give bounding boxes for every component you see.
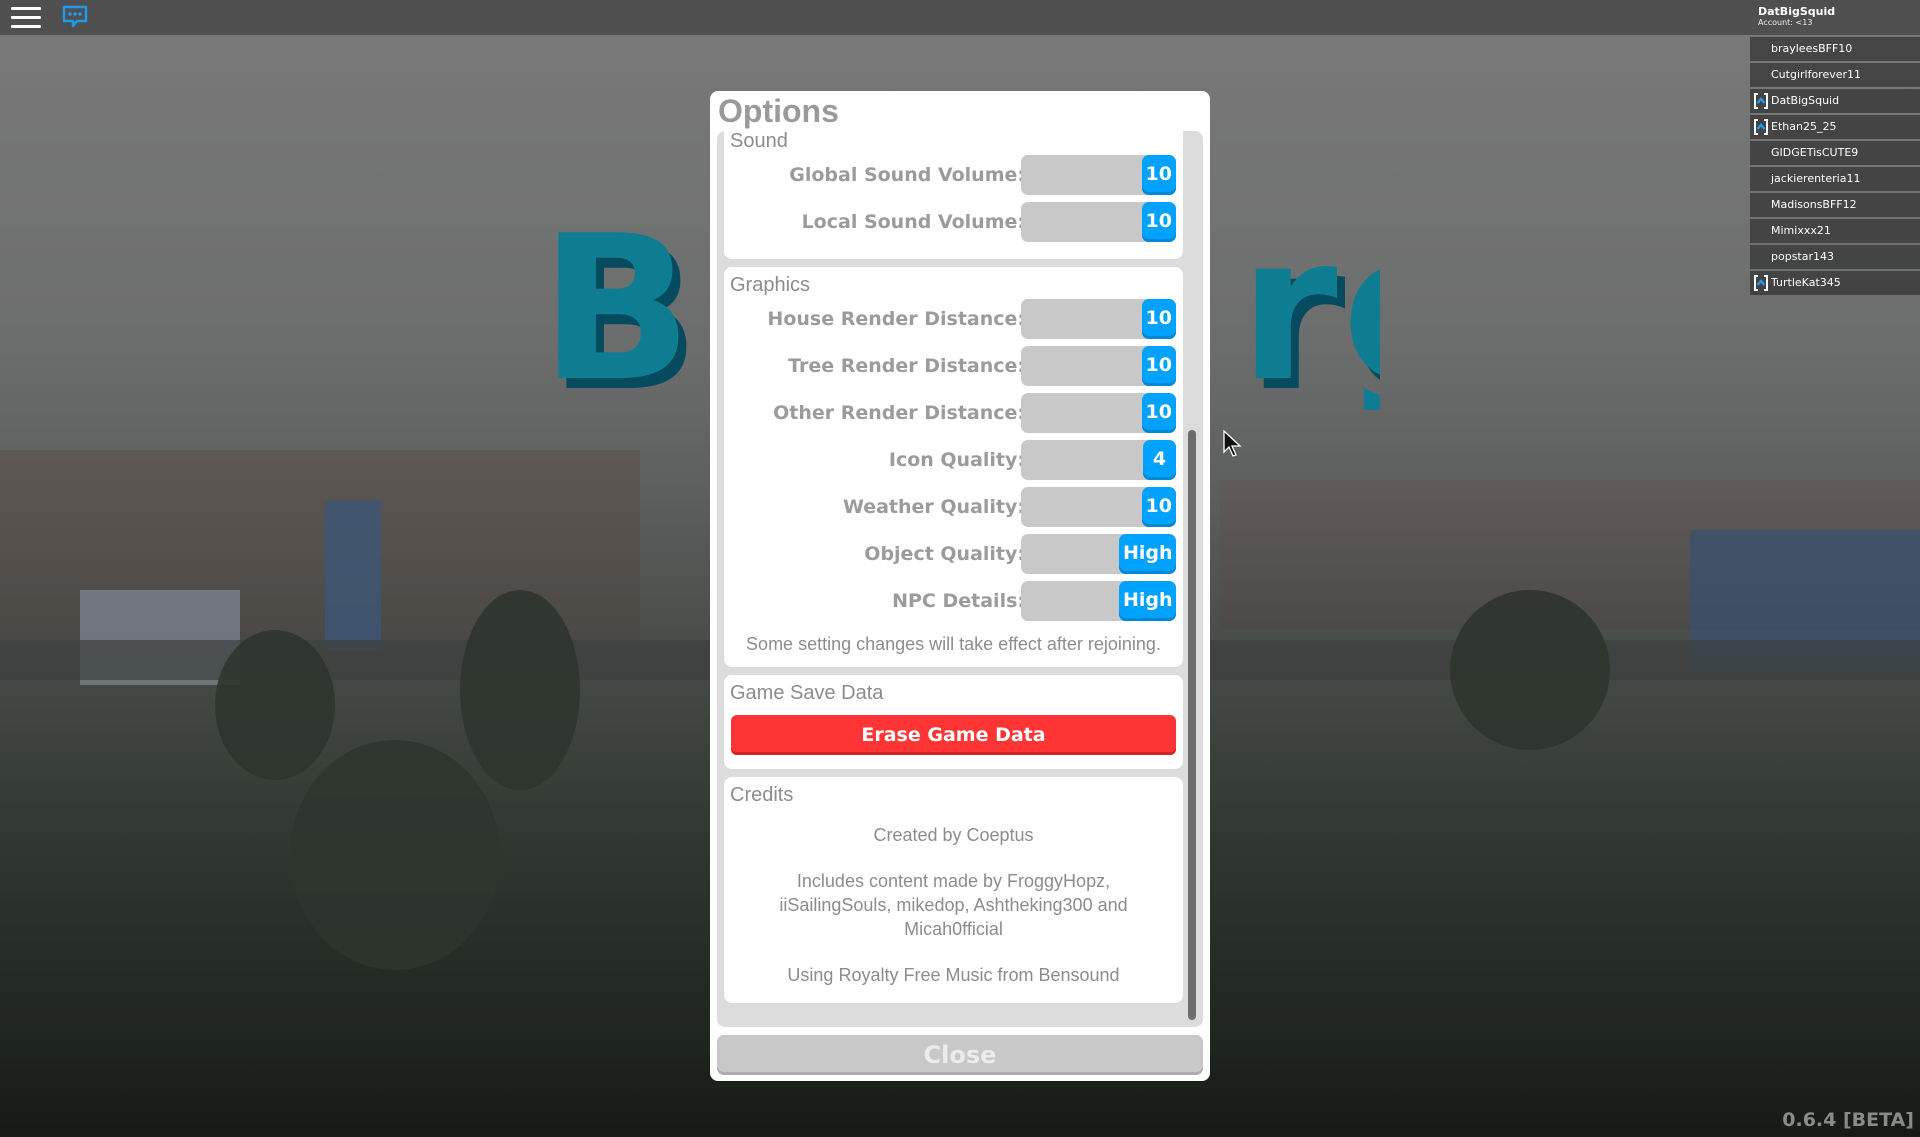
background-tree [460,590,580,790]
account-age-label: Account: <13 [1758,18,1813,27]
slider-value-knob[interactable]: 10 [1141,155,1176,195]
setting-label: NPC Details: [892,590,1025,612]
setting-row: Tree Render Distance: 10 [724,346,1183,393]
scrollbar-thumb[interactable] [1188,430,1196,1020]
setting-label: Weather Quality: [842,496,1025,518]
slider-value-knob[interactable]: High [1119,581,1176,621]
version-label: 0.6.4 [BETA] [1782,1109,1914,1131]
game-save-section: Game Save Data Erase Game Data [724,675,1183,769]
setting-slider[interactable]: 10 [1021,202,1176,242]
section-title: Graphics [730,274,811,296]
options-dialog: Options Sound Global Sound Volume: 10 Loca… [710,91,1210,1081]
player-list-item[interactable]: brayleesBFF10 [1750,37,1920,61]
graphics-section: Graphics House Render Distance: 10 Tree Re… [724,267,1183,667]
player-name: TurtleKat345 [1771,276,1841,289]
setting-row: House Render Distance: 10 [724,299,1183,346]
player-list-item[interactable]: Cutgirlforever11 [1750,63,1920,87]
local-player-name: DatBigSquid [1758,5,1836,18]
player-list: brayleesBFF10 Cutgirlforever11 DatBigSquid… [1750,37,1920,297]
slider-value-knob[interactable]: 10 [1141,393,1176,433]
credit-line: Using Royalty Free Music from Bensound [787,965,1120,985]
premium-badge-icon [1754,93,1768,109]
setting-row: Icon Quality: 4 [724,440,1183,487]
options-scroll-area[interactable]: Sound Global Sound Volume: 10 Local Sound … [717,131,1203,1027]
premium-badge-icon [1754,119,1768,135]
background-tree [215,630,335,780]
slider-value-knob[interactable]: 10 [1141,299,1176,339]
premium-badge-icon [1754,275,1768,291]
player-name: Cutgirlforever11 [1771,68,1862,81]
slider-value-knob[interactable]: 10 [1141,346,1176,386]
close-button[interactable]: Close [717,1035,1203,1075]
setting-label: Local Sound Volume: [801,211,1025,233]
player-list-item[interactable]: DatBigSquid [1750,89,1920,113]
setting-slider[interactable]: 10 [1021,346,1176,386]
section-title: Credits [730,784,794,806]
player-name: MadisonsBFF12 [1771,198,1857,211]
setting-row: Other Render Distance: 10 [724,393,1183,440]
player-list-item[interactable]: GIDGETisCUTE9 [1750,141,1920,165]
logo-text-right: rg [1239,210,1380,410]
player-name: GIDGETisCUTE9 [1771,146,1859,159]
credit-line: Created by Coeptus [873,825,1034,845]
setting-label: House Render Distance: [767,308,1025,330]
setting-row: NPC Details: High [724,581,1183,628]
setting-row: Weather Quality: 10 [724,487,1183,534]
player-name: Mimixxx21 [1771,224,1831,237]
chat-bubble-icon[interactable] [62,5,88,29]
background-sign [325,500,381,650]
setting-label: Other Render Distance: [773,402,1025,424]
player-name: brayleesBFF10 [1771,42,1853,55]
credits-section: Credits Created by Coeptus Includes cont… [724,777,1183,1003]
setting-slider[interactable]: High [1021,581,1176,621]
slider-value-knob[interactable]: 10 [1141,487,1176,527]
top-bar [0,0,1920,35]
setting-slider[interactable]: 10 [1021,393,1176,433]
player-name: jackierenteria11 [1771,172,1861,185]
sound-section: Sound Global Sound Volume: 10 Local Sound … [724,131,1183,259]
slider-value-knob[interactable]: 10 [1141,202,1176,242]
player-name: popstar143 [1771,250,1834,263]
background-tree [1450,590,1610,750]
slider-value-knob[interactable]: High [1119,534,1176,574]
mouse-cursor-icon [1223,429,1243,458]
background-tree [290,740,500,970]
player-list-item[interactable]: MadisonsBFF12 [1750,193,1920,217]
setting-row: Local Sound Volume: 10 [724,202,1183,249]
setting-slider[interactable]: 4 [1021,440,1176,480]
player-list-item[interactable]: jackierenteria11 [1750,167,1920,191]
player-name: Ethan25_25 [1771,120,1837,133]
hamburger-menu-icon[interactable] [11,6,41,29]
dialog-title: Options [718,93,839,129]
credit-line: Includes content made by FroggyHopz, iiS… [779,871,1128,939]
setting-slider[interactable]: 10 [1021,299,1176,339]
slider-value-knob[interactable]: 4 [1143,440,1176,480]
section-title: Sound [730,131,788,152]
setting-label: Icon Quality: [888,449,1025,471]
player-list-item[interactable]: Mimixxx21 [1750,219,1920,243]
section-title: Game Save Data [730,682,884,704]
player-list-item[interactable]: popstar143 [1750,245,1920,269]
setting-row: Object Quality: High [724,534,1183,581]
setting-label: Global Sound Volume: [789,164,1025,186]
setting-slider[interactable]: High [1021,534,1176,574]
rejoin-note: Some setting changes will take effect af… [746,634,1161,654]
erase-game-data-button[interactable]: Erase Game Data [731,715,1176,755]
player-name: DatBigSquid [1771,94,1840,107]
player-list-header: DatBigSquid Account: <13 [1750,0,1920,35]
setting-label: Object Quality: [864,543,1025,565]
player-list-item[interactable]: TurtleKat345 [1750,271,1920,295]
setting-slider[interactable]: 10 [1021,155,1176,195]
player-list-item[interactable]: Ethan25_25 [1750,115,1920,139]
setting-slider[interactable]: 10 [1021,487,1176,527]
setting-label: Tree Render Distance: [788,355,1025,377]
setting-row: Global Sound Volume: 10 [724,155,1183,202]
